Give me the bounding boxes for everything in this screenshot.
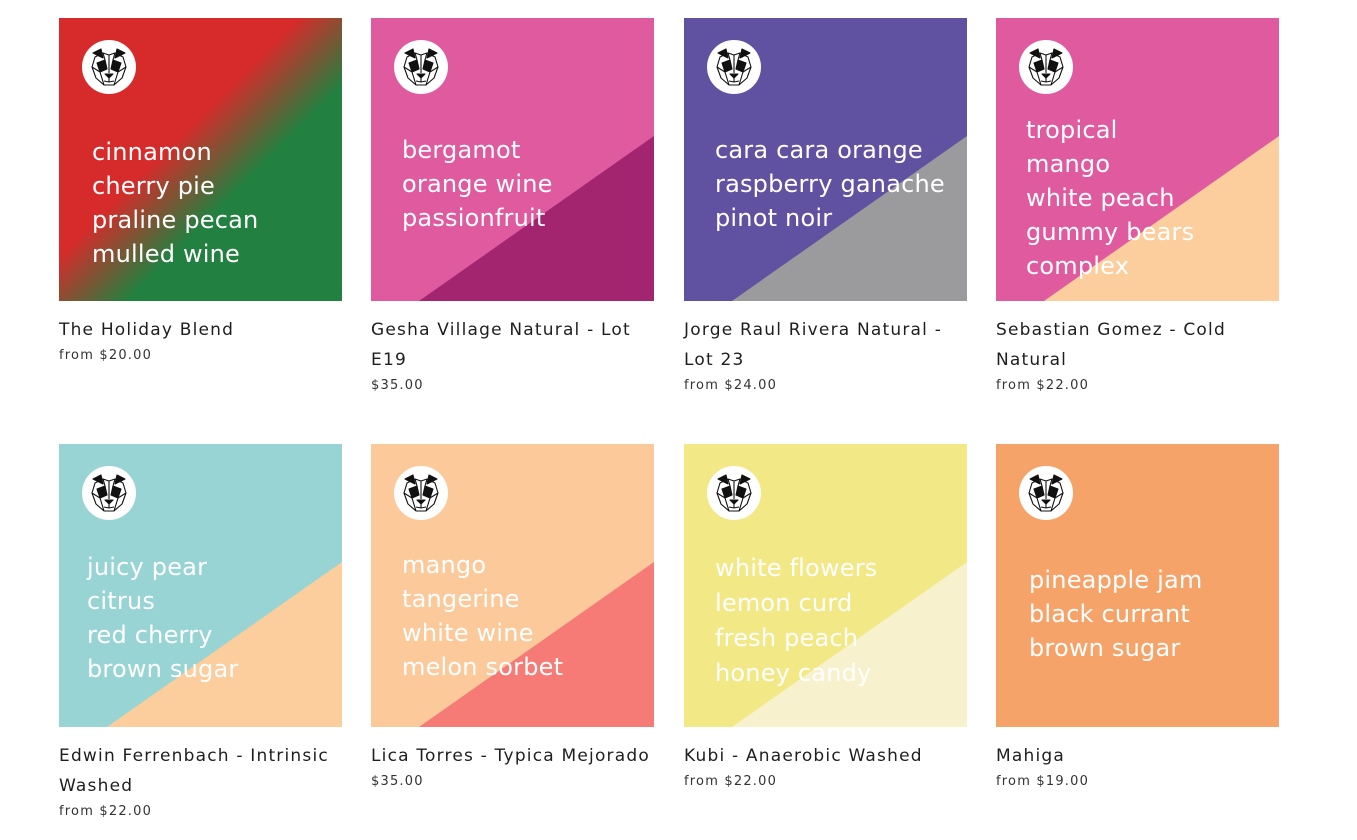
product-title[interactable]: The Holiday Blend xyxy=(59,301,342,345)
product-image[interactable]: white flowers lemon curd fresh peach hon… xyxy=(684,444,967,727)
product-image[interactable]: bergamot orange wine passionfruit xyxy=(371,18,654,301)
panda-logo-icon xyxy=(707,466,761,520)
flavor-note: mulled wine xyxy=(92,240,241,268)
product-price: $35.00 xyxy=(371,378,424,393)
product-price: $35.00 xyxy=(371,774,424,789)
product-card[interactable]: cinnamon cherry pie praline pecan mulled… xyxy=(59,18,342,366)
flavor-notes: bergamot orange wine passionfruit xyxy=(402,133,553,235)
flavor-note: white wine xyxy=(402,619,534,647)
flavor-note: brown sugar xyxy=(87,655,239,683)
product-title[interactable]: Sebastian Gomez - Cold Natural xyxy=(996,301,1279,375)
product-card[interactable]: juicy pear citrus red cherry brown sugar… xyxy=(59,444,342,822)
product-price: from $22.00 xyxy=(996,378,1090,393)
flavor-note: lemon curd xyxy=(715,589,853,617)
product-image[interactable]: cinnamon cherry pie praline pecan mulled… xyxy=(59,18,342,301)
product-price: from $22.00 xyxy=(59,804,153,819)
flavor-note: mango xyxy=(1026,150,1111,178)
product-title[interactable]: Lica Torres - Typica Mejorado xyxy=(371,727,654,771)
panda-logo-icon xyxy=(394,466,448,520)
flavor-note: tropical xyxy=(1026,116,1118,144)
product-price: from $24.00 xyxy=(684,378,778,393)
flavor-note: juicy pear xyxy=(87,553,208,581)
flavor-notes: white flowers lemon curd fresh peach hon… xyxy=(715,551,877,691)
product-title[interactable]: Edwin Ferrenbach - Intrinsic Washed xyxy=(59,727,342,801)
flavor-notes: juicy pear citrus red cherry brown sugar xyxy=(87,550,238,686)
product-title[interactable]: Jorge Raul Rivera Natural - Lot 23 xyxy=(684,301,967,375)
flavor-note: orange wine xyxy=(402,170,553,198)
flavor-note: citrus xyxy=(87,587,156,615)
product-grid: cinnamon cherry pie praline pecan mulled… xyxy=(0,0,1357,840)
product-price: from $19.00 xyxy=(996,774,1090,789)
product-price: from $22.00 xyxy=(684,774,778,789)
product-image[interactable]: mango tangerine white wine melon sorbet xyxy=(371,444,654,727)
panda-logo-icon xyxy=(82,466,136,520)
flavor-note: melon sorbet xyxy=(402,653,564,681)
product-title[interactable]: Mahiga xyxy=(996,727,1279,771)
flavor-note: praline pecan xyxy=(92,206,259,234)
product-title[interactable]: Gesha Village Natural - Lot E19 xyxy=(371,301,654,375)
product-card[interactable]: pineapple jam black currant brown sugar … xyxy=(996,444,1279,792)
product-image[interactable]: juicy pear citrus red cherry brown sugar xyxy=(59,444,342,727)
flavor-note: cara cara orange xyxy=(715,136,923,164)
flavor-note: honey candy xyxy=(715,659,872,687)
flavor-note: pinot noir xyxy=(715,204,833,232)
flavor-note: fresh peach xyxy=(715,624,859,652)
panda-logo-icon xyxy=(82,40,136,94)
flavor-notes: mango tangerine white wine melon sorbet xyxy=(402,548,563,684)
flavor-notes: pineapple jam black currant brown sugar xyxy=(1029,563,1202,665)
product-card[interactable]: white flowers lemon curd fresh peach hon… xyxy=(684,444,967,792)
flavor-note: red cherry xyxy=(87,621,213,649)
flavor-note: cherry pie xyxy=(92,172,215,200)
product-title[interactable]: Kubi - Anaerobic Washed xyxy=(684,727,967,771)
product-price: from $20.00 xyxy=(59,348,153,363)
flavor-note: tangerine xyxy=(402,585,520,613)
product-image[interactable]: tropical mango white peach gummy bears c… xyxy=(996,18,1279,301)
panda-logo-icon xyxy=(1019,40,1073,94)
product-image[interactable]: cara cara orange raspberry ganache pinot… xyxy=(684,18,967,301)
flavor-note: passionfruit xyxy=(402,204,546,232)
product-card[interactable]: tropical mango white peach gummy bears c… xyxy=(996,18,1279,396)
flavor-note: mango xyxy=(402,551,487,579)
flavor-note: cinnamon xyxy=(92,138,212,166)
product-card[interactable]: cara cara orange raspberry ganache pinot… xyxy=(684,18,967,396)
panda-logo-icon xyxy=(707,40,761,94)
flavor-notes: cinnamon cherry pie praline pecan mulled… xyxy=(92,135,258,271)
flavor-note: bergamot xyxy=(402,136,521,164)
panda-logo-icon xyxy=(394,40,448,94)
flavor-notes: tropical mango white peach gummy bears c… xyxy=(1026,113,1194,283)
panda-logo-icon xyxy=(1019,466,1073,520)
flavor-note: complex xyxy=(1026,252,1130,280)
flavor-note: raspberry ganache xyxy=(715,170,945,198)
product-card[interactable]: mango tangerine white wine melon sorbet … xyxy=(371,444,654,792)
flavor-notes: cara cara orange raspberry ganache pinot… xyxy=(715,133,945,235)
flavor-note: brown sugar xyxy=(1029,634,1181,662)
flavor-note: white flowers xyxy=(715,554,878,582)
flavor-note: gummy bears xyxy=(1026,218,1195,246)
flavor-note: pineapple jam xyxy=(1029,566,1203,594)
product-card[interactable]: bergamot orange wine passionfruit Gesha … xyxy=(371,18,654,396)
flavor-note: black currant xyxy=(1029,600,1190,628)
flavor-note: white peach xyxy=(1026,184,1175,212)
product-image[interactable]: pineapple jam black currant brown sugar xyxy=(996,444,1279,727)
